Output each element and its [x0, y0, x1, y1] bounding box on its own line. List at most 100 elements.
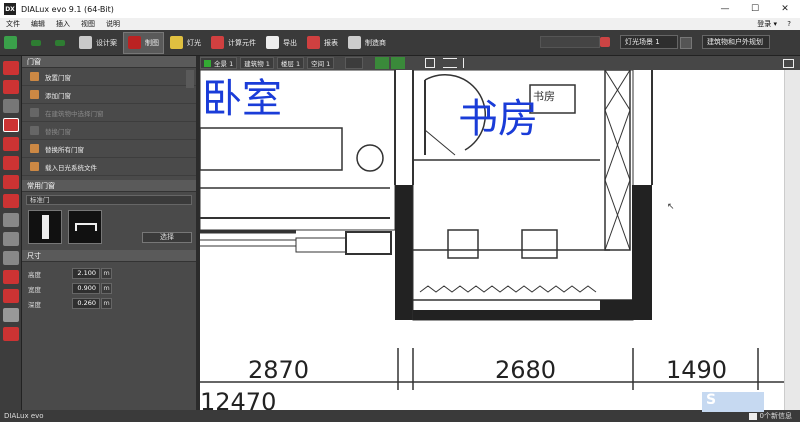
redo-icon: [55, 39, 65, 46]
section-common-title: 常用门窗: [27, 181, 55, 190]
chip-room[interactable]: 空间 1: [307, 57, 335, 69]
toolbar-drawing[interactable]: 制图: [123, 31, 164, 54]
chip-building[interactable]: 建筑物 1: [240, 57, 274, 69]
view-toolbar: 全景 1 建筑物 1 楼层 1 空间 1: [200, 56, 800, 70]
width-input[interactable]: 0.900: [72, 283, 100, 294]
select-button[interactable]: 选择: [142, 232, 192, 243]
replace-door-icon: [30, 126, 39, 135]
tool-furniture-icon[interactable]: [3, 194, 19, 208]
monitor-icon[interactable]: [783, 58, 794, 68]
tool-surface-icon[interactable]: [3, 289, 19, 303]
vertical-scrollbar[interactable]: [784, 70, 800, 410]
depth-input[interactable]: 0.260: [72, 298, 100, 309]
message-icon: [748, 412, 757, 420]
toolbar-design-label: 设计案: [96, 38, 117, 47]
dim-2680: 2680: [495, 356, 556, 384]
chair-left: [447, 229, 479, 259]
tool-object-icon[interactable]: [3, 232, 19, 246]
tool-column-icon[interactable]: [3, 175, 19, 189]
chip-floor[interactable]: 楼层 1: [276, 57, 305, 69]
drawing-canvas[interactable]: 卧室 书房 书房 2870 2680 1490 12470 ↖: [200, 70, 784, 410]
toolbar-calc-label: 计算元件: [228, 38, 256, 47]
tool-wall-icon[interactable]: [3, 80, 19, 94]
menu-insert[interactable]: 插入: [56, 19, 70, 29]
menu-help[interactable]: 说明: [106, 19, 120, 29]
property-panel: 门窗 放置门窗 添加门窗 在建筑物中选择门窗 替换门窗 替换所有门窗 载入日光系…: [22, 56, 196, 410]
tool-misc-icon[interactable]: [3, 327, 19, 341]
tool-cut-icon[interactable]: [3, 270, 19, 284]
fit-view-icon[interactable]: [425, 58, 436, 68]
action-replace-door: 替换门窗: [22, 122, 196, 140]
scene-settings-icon[interactable]: [680, 37, 692, 49]
door-type-field[interactable]: 标准门: [26, 195, 192, 205]
align-icon[interactable]: [463, 58, 475, 68]
menu-edit[interactable]: 编辑: [31, 19, 45, 29]
tool-door-icon[interactable]: [3, 118, 19, 132]
redo-button[interactable]: [51, 32, 73, 54]
height-row: 高度 2.100 m: [22, 266, 196, 281]
depth-row: 深度 0.260 m: [22, 296, 196, 311]
add-door-icon: [30, 90, 39, 99]
tool-ceiling-icon[interactable]: [3, 99, 19, 113]
height-input[interactable]: 2.100: [72, 268, 100, 279]
tool-terrain-icon[interactable]: [3, 251, 19, 265]
menu-view[interactable]: 视图: [81, 19, 95, 29]
login-menu[interactable]: 登录 ▾: [757, 19, 777, 29]
section-doors-title: 门窗: [27, 57, 41, 66]
action-add-door[interactable]: 添加门窗: [22, 86, 196, 104]
toolbar-export[interactable]: 导出: [262, 32, 301, 54]
scene-select-value: 灯光场景 1: [625, 38, 660, 46]
action-place-door-label: 放置门窗: [45, 73, 71, 82]
bedroom-label: 卧室: [202, 76, 282, 122]
toolbar-light-label: 灯光: [187, 38, 201, 47]
tool-roof-icon[interactable]: [3, 213, 19, 227]
action-load-daylight[interactable]: 载入日光系统文件: [22, 158, 196, 176]
tool-box-icon[interactable]: [3, 308, 19, 322]
undo-button[interactable]: [27, 32, 49, 54]
menu-file[interactable]: 文件: [6, 19, 20, 29]
view-select[interactable]: 建筑物和户外规划: [702, 35, 770, 49]
app-logo-icon: DX: [4, 3, 16, 15]
bedroom-door-gap: [295, 237, 347, 253]
stop-icon[interactable]: [600, 37, 610, 47]
height-label: 高度: [28, 270, 41, 279]
door-preview-plan[interactable]: [68, 210, 102, 244]
chip-overview[interactable]: 全景 1: [200, 57, 238, 69]
measure-icon[interactable]: [443, 58, 458, 68]
plan-view-icon[interactable]: [345, 57, 364, 69]
place-door-icon: [30, 72, 39, 81]
3d-view-icon[interactable]: [375, 57, 390, 69]
floor-view-icon[interactable]: [391, 57, 406, 69]
door-type-value: 标准门: [30, 196, 50, 204]
close-button[interactable]: ✕: [770, 0, 800, 18]
toolbar-light[interactable]: 灯光: [166, 32, 205, 54]
toolbar-manufacturer[interactable]: 制造商: [344, 32, 390, 54]
dim-2870: 2870: [248, 356, 309, 384]
study-label: 书房: [458, 96, 538, 142]
wall-block-right: [632, 185, 652, 320]
help-button[interactable]: ?: [787, 20, 791, 28]
save-button[interactable]: [0, 32, 25, 54]
toolbar-calc[interactable]: 计算元件: [207, 32, 260, 54]
panel-collapse-icon[interactable]: [186, 70, 194, 88]
toolbar-report[interactable]: 报表: [303, 32, 342, 54]
status-messages[interactable]: 0个新信息: [748, 411, 792, 421]
door-plan-icon: [75, 223, 97, 231]
minimize-button[interactable]: —: [710, 0, 740, 18]
tool-window-icon[interactable]: [3, 137, 19, 151]
action-place-door[interactable]: 放置门窗: [22, 68, 196, 86]
height-unit: m: [101, 268, 112, 279]
window-title: DIALux evo 9.1 (64-Bit): [21, 4, 114, 14]
action-replace-all-label: 替换所有门窗: [45, 145, 84, 154]
tool-room-icon[interactable]: [3, 61, 19, 75]
scene-select[interactable]: 灯光场景 1: [620, 35, 678, 49]
toolbar-design[interactable]: 设计案: [75, 32, 121, 54]
maximize-button[interactable]: ☐: [740, 0, 770, 18]
width-unit: m: [101, 283, 112, 294]
door-preview-front[interactable]: [28, 210, 62, 244]
bed-outline: [200, 127, 343, 171]
dim-total: 12470: [200, 388, 276, 410]
tool-stairs-icon[interactable]: [3, 156, 19, 170]
undo-icon: [31, 39, 41, 46]
action-replace-all[interactable]: 替换所有门窗: [22, 140, 196, 158]
